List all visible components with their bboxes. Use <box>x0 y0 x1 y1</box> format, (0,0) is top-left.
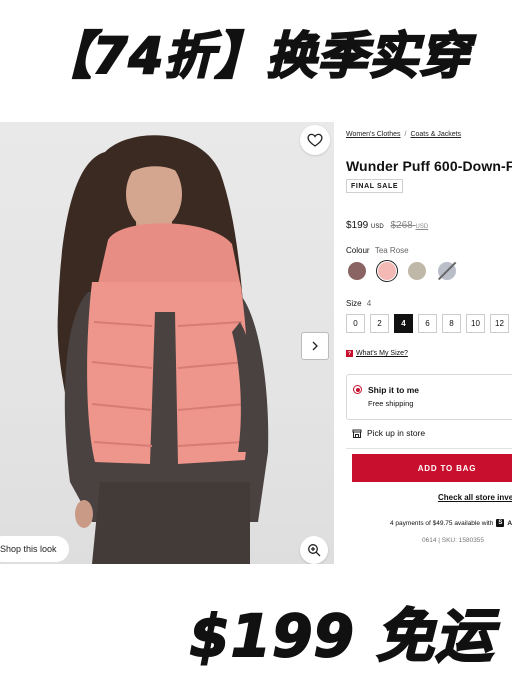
payments-info: 4 payments of $49.75 available with S A <box>390 519 512 527</box>
product-panel: Women's Clothes / Coats & Jackets Wunder… <box>334 122 512 564</box>
breadcrumb: Women's Clothes / Coats & Jackets <box>346 131 461 138</box>
colour-swatch-unavailable[interactable] <box>436 260 458 282</box>
shop-this-look-button[interactable]: Shop this look <box>0 536 69 562</box>
store-icon <box>352 429 362 438</box>
whats-my-size-link[interactable]: ? What's My Size? <box>346 350 408 357</box>
bottom-banner-text: $199 免运 <box>188 601 494 671</box>
model-figure <box>57 135 269 564</box>
current-price: $199 <box>346 220 369 231</box>
check-store-inventory-link[interactable]: Check all store inve <box>438 493 512 502</box>
size-option-selected[interactable]: 4 <box>394 314 413 333</box>
colour-label: Colour Tea Rose <box>346 246 409 255</box>
breadcrumb-womens-clothes[interactable]: Women's Clothes <box>346 131 401 138</box>
wishlist-button[interactable] <box>300 125 330 155</box>
breadcrumb-coats-jackets[interactable]: Coats & Jackets <box>410 131 461 138</box>
breadcrumb-separator: / <box>404 131 407 138</box>
sezzle-icon: S <box>496 519 505 527</box>
price: $199 USD $268 USD <box>346 220 428 231</box>
shop-this-look-label: Shop this look <box>0 544 57 554</box>
product-title: Wunder Puff 600-Down-F <box>346 158 512 174</box>
size-options: 0 2 4 6 8 10 12 <box>346 314 509 333</box>
pickup-option[interactable]: Pick up in store <box>352 428 425 438</box>
whats-my-size-text: What's My Size? <box>356 350 408 357</box>
bottom-banner: $199 免运 <box>0 588 512 674</box>
size-option[interactable]: 10 <box>466 314 485 333</box>
size-option[interactable]: 12 <box>490 314 509 333</box>
size-option[interactable]: 8 <box>442 314 461 333</box>
top-banner: 【74折】换季实穿 <box>0 12 512 92</box>
original-price-currency: USD <box>415 224 429 230</box>
original-price: $268 USD <box>390 220 428 231</box>
add-to-bag-button[interactable]: ADD TO BAG <box>352 454 512 482</box>
payments-text: 4 payments of $49.75 available with <box>390 519 494 527</box>
original-price-value: $268 <box>390 220 413 231</box>
ship-radio-selected[interactable] <box>353 385 362 394</box>
final-sale-badge: FINAL SALE <box>346 179 404 193</box>
zoom-button[interactable] <box>300 536 328 564</box>
zoom-in-icon <box>308 544 321 557</box>
product-photo[interactable]: Shop this look <box>0 122 334 564</box>
size-option[interactable]: 6 <box>418 314 437 333</box>
current-price-currency: USD <box>371 224 384 230</box>
colour-value: Tea Rose <box>374 246 409 255</box>
sku-text: 0614 | SKU: 1580355 <box>422 537 485 544</box>
chevron-right-icon <box>312 341 318 351</box>
size-guide-icon: ? <box>346 350 353 357</box>
ship-subtitle: Free shipping <box>368 399 414 408</box>
afterpay-icon: A <box>507 519 512 527</box>
colour-swatch-selected[interactable] <box>376 260 398 282</box>
colour-label-text: Colour <box>346 246 370 255</box>
top-banner-text: 【74折】换季实穿 <box>41 26 471 86</box>
divider <box>346 448 512 449</box>
size-label: Size 4 <box>346 299 371 308</box>
next-image-button[interactable] <box>301 332 329 360</box>
ship-title: Ship it to me <box>368 385 419 395</box>
size-label-text: Size <box>346 299 362 308</box>
colour-swatch[interactable] <box>346 260 368 282</box>
size-option[interactable]: 2 <box>370 314 389 333</box>
heart-icon <box>307 133 323 147</box>
ship-it-option[interactable]: Ship it to me Free shipping <box>346 374 512 420</box>
size-value: 4 <box>366 299 372 308</box>
size-option[interactable]: 0 <box>346 314 365 333</box>
pickup-label: Pick up in store <box>367 428 426 438</box>
colour-swatches <box>346 260 458 282</box>
product-screenshot: Shop this look Women's Clothes / Coats &… <box>0 122 512 564</box>
colour-swatch[interactable] <box>406 260 428 282</box>
